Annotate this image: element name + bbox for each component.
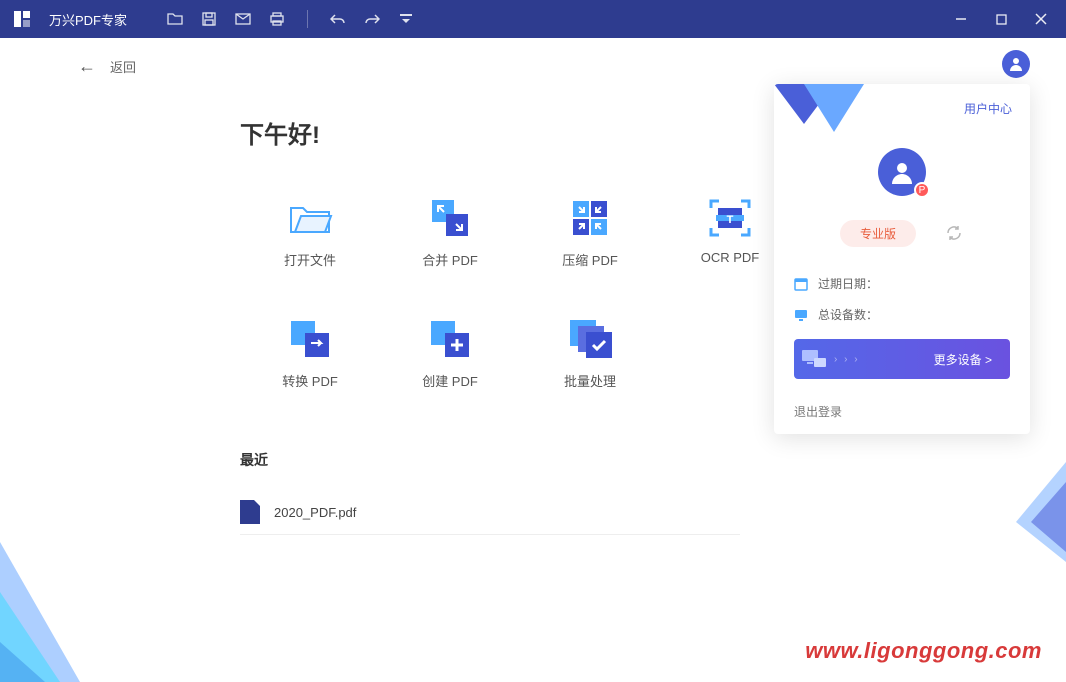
merge-pdf-action[interactable]: 合并 PDF <box>380 198 520 269</box>
title-bar: 万兴PDF专家 <box>0 0 1066 38</box>
recent-file-item[interactable]: 2020_PDF.pdf <box>240 490 740 535</box>
user-panel: 用户中心 P 专业版 过期日期： 总设备数： <box>774 84 1030 434</box>
avatar-container: P <box>774 148 1030 196</box>
print-icon[interactable] <box>269 11 285 27</box>
panel-header: 用户中心 <box>774 84 1030 130</box>
recent-title: 最近 <box>240 450 1066 470</box>
expiry-label: 过期日期： <box>818 275 878 292</box>
info-list: 过期日期： 总设备数： <box>794 275 1010 323</box>
window-controls <box>946 4 1056 34</box>
open-file-action[interactable]: 打开文件 <box>240 198 380 269</box>
save-icon[interactable] <box>201 11 217 27</box>
mail-icon[interactable] <box>235 11 251 27</box>
pdf-file-icon <box>240 500 260 524</box>
content-area: ← 返回 下午好! 打开文件 合并 PDF 压缩 PDF T OCR P <box>0 38 1066 682</box>
user-avatar[interactable]: P <box>878 148 926 196</box>
back-button[interactable]: ← 返回 <box>0 38 1066 77</box>
action-label: 创建 PDF <box>422 371 478 390</box>
convert-pdf-action[interactable]: 转换 PDF <box>240 319 380 390</box>
compress-pdf-action[interactable]: 压缩 PDF <box>520 198 660 269</box>
app-logo-icon <box>10 7 34 31</box>
compress-icon <box>567 198 613 238</box>
batch-process-action[interactable]: 批量处理 <box>520 319 660 390</box>
action-label: 打开文件 <box>284 250 336 269</box>
menu-dropdown-icon[interactable] <box>398 11 414 27</box>
watermark-text: www.ligonggong.com <box>805 638 1042 664</box>
convert-icon <box>287 319 333 359</box>
decorative-flag-icon <box>774 84 864 140</box>
plan-row: 专业版 <box>774 220 1030 247</box>
redo-icon[interactable] <box>364 11 380 27</box>
user-center-link[interactable]: 用户中心 <box>964 100 1012 117</box>
chevron-right-icon: › › › <box>834 354 860 365</box>
back-label: 返回 <box>110 57 136 76</box>
devices-icon <box>794 348 834 370</box>
plan-badge: 专业版 <box>840 220 916 247</box>
toolbar-separator <box>307 10 308 28</box>
create-icon <box>427 319 473 359</box>
open-folder-icon <box>287 198 333 238</box>
pro-badge: P <box>914 182 930 198</box>
close-button[interactable] <box>1026 4 1056 34</box>
device-count-label: 总设备数： <box>818 306 878 323</box>
calendar-icon <box>794 277 808 291</box>
maximize-button[interactable] <box>986 4 1016 34</box>
device-count-row: 总设备数： <box>794 306 1010 323</box>
action-label: OCR PDF <box>701 250 760 265</box>
app-title: 万兴PDF专家 <box>49 10 127 29</box>
merge-icon <box>427 198 473 238</box>
more-devices-button[interactable]: › › › 更多设备 > <box>794 339 1010 379</box>
user-badge-button[interactable] <box>1002 50 1030 78</box>
ocr-icon: T <box>707 198 753 238</box>
svg-text:T: T <box>727 214 734 226</box>
action-label: 压缩 PDF <box>562 250 618 269</box>
create-pdf-action[interactable]: 创建 PDF <box>380 319 520 390</box>
toolbar <box>167 10 414 28</box>
recent-section: 最近 2020_PDF.pdf <box>240 450 1066 535</box>
minimize-button[interactable] <box>946 4 976 34</box>
file-name: 2020_PDF.pdf <box>274 505 356 520</box>
action-label: 转换 PDF <box>282 371 338 390</box>
expiry-row: 过期日期： <box>794 275 1010 292</box>
logout-link[interactable]: 退出登录 <box>794 403 1010 420</box>
more-devices-label: 更多设备 > <box>860 351 1010 368</box>
decorative-corner-icon <box>0 482 120 682</box>
undo-icon[interactable] <box>330 11 346 27</box>
folder-icon[interactable] <box>167 11 183 27</box>
arrow-left-icon: ← <box>78 56 96 77</box>
action-label: 批量处理 <box>564 371 616 390</box>
refresh-icon[interactable] <box>946 225 964 243</box>
batch-icon <box>567 319 613 359</box>
action-label: 合并 PDF <box>422 250 478 269</box>
monitor-icon <box>794 308 808 322</box>
